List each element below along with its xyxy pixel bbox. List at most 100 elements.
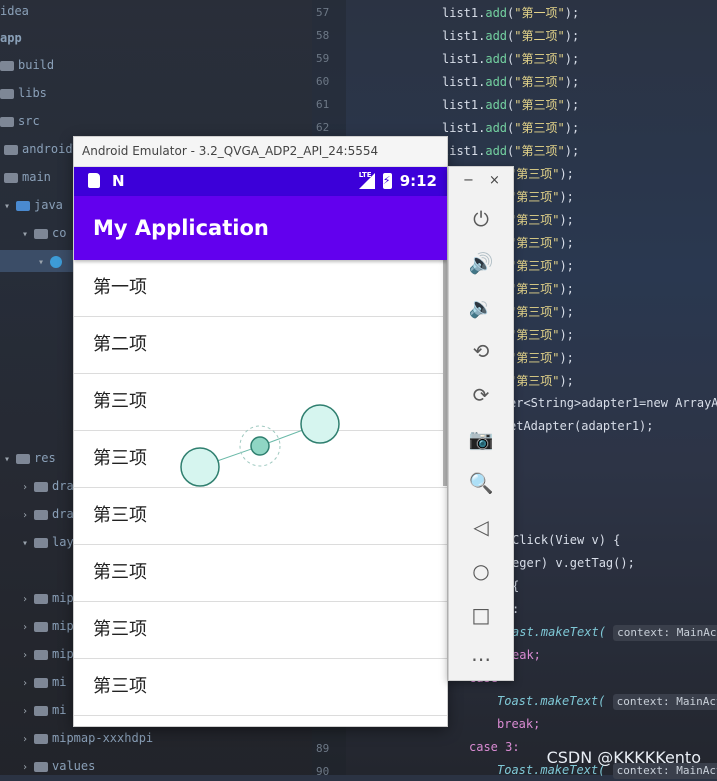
tree-item-java[interactable]: ▾ java bbox=[4, 194, 63, 216]
list-item[interactable]: 第一项 bbox=[74, 260, 447, 317]
folder-icon bbox=[34, 677, 48, 688]
chevron-right-icon: › bbox=[22, 594, 29, 605]
class-icon bbox=[50, 255, 62, 268]
home-button[interactable]: ○ bbox=[449, 549, 513, 593]
list-item[interactable]: 第三项 bbox=[74, 374, 447, 431]
app-bar-title: My Application bbox=[74, 196, 447, 260]
tree-item-main[interactable]: main bbox=[4, 166, 51, 188]
chevron-down-icon: ▾ bbox=[22, 229, 29, 240]
folder-icon bbox=[4, 144, 18, 155]
tree-item-layout[interactable]: ▾ lay bbox=[22, 531, 74, 553]
tree-item-src[interactable]: src bbox=[0, 110, 40, 132]
tree-item-mipmap-3[interactable]: › mip bbox=[22, 643, 74, 665]
folder-icon bbox=[34, 593, 48, 604]
tree-item-mipmap-5[interactable]: › mi bbox=[22, 699, 66, 721]
code-line-toast-2: Toast.makeText( context: MainActiv bbox=[497, 690, 717, 712]
list-view[interactable]: 第一项 第二项 第三项 第三项 第三项 第三项 第三项 第三项 bbox=[74, 260, 447, 716]
status-clock: 9:12 bbox=[399, 172, 437, 190]
tree-item-values[interactable]: › values bbox=[22, 755, 95, 777]
code-line-add: list1.add("第三项"); bbox=[442, 98, 580, 112]
code-line-add: list1.add("第二项"); bbox=[442, 29, 580, 43]
code-line-add: "第三项"); bbox=[509, 259, 574, 273]
tree-item-drawable-v24[interactable]: › dra bbox=[22, 503, 74, 525]
code-line-add: list1.add("第三项"); bbox=[442, 121, 580, 135]
folder-icon bbox=[16, 200, 30, 211]
folder-icon bbox=[0, 60, 14, 71]
overview-icon: □ bbox=[471, 603, 491, 627]
tree-item-res[interactable]: ▾ res bbox=[4, 447, 56, 469]
tree-item-drawable[interactable]: › dra bbox=[22, 475, 74, 497]
tree-item-package[interactable]: ▾ co bbox=[22, 222, 66, 244]
list-item[interactable]: 第三项 bbox=[74, 659, 447, 716]
emulator-title-bar[interactable]: Android Emulator - 3.2_QVGA_ADP2_API_24:… bbox=[74, 137, 447, 167]
status-bar: N LTE 9:12 bbox=[74, 167, 447, 196]
power-button[interactable]: ⏻ bbox=[449, 197, 513, 241]
list-item[interactable]: 第二项 bbox=[74, 317, 447, 374]
more-button[interactable]: ⋯ bbox=[449, 637, 513, 681]
emulator-title: Android Emulator - 3.2_QVGA_ADP2_API_24:… bbox=[82, 144, 379, 158]
signal-icon: LTE bbox=[358, 171, 375, 189]
chevron-right-icon: › bbox=[22, 734, 29, 745]
tree-item-androidtest[interactable]: androidT bbox=[4, 138, 80, 160]
folder-icon bbox=[0, 88, 14, 99]
minimize-button[interactable]: − bbox=[463, 173, 474, 188]
code-line-add: "第三项"); bbox=[509, 351, 574, 365]
folder-icon bbox=[34, 649, 48, 660]
folder-icon bbox=[0, 116, 14, 127]
tree-item-app[interactable]: app bbox=[0, 27, 22, 49]
chevron-right-icon: › bbox=[22, 650, 29, 661]
tree-item-mipmap-2[interactable]: › mip bbox=[22, 615, 74, 637]
volume-down-icon: 🔉 bbox=[468, 295, 494, 319]
tree-item-idea[interactable]: idea bbox=[0, 0, 29, 22]
rotate-left-button[interactable]: ⟲ bbox=[449, 329, 513, 373]
volume-up-button[interactable]: 🔊 bbox=[449, 241, 513, 285]
volume-down-button[interactable]: 🔉 bbox=[449, 285, 513, 329]
list-item[interactable]: 第三项 bbox=[74, 545, 447, 602]
line-number: 58 bbox=[316, 29, 330, 42]
code-line-add: "第三项"); bbox=[509, 236, 574, 250]
code-line-add: "第三项"); bbox=[509, 374, 574, 388]
overview-button[interactable]: □ bbox=[449, 593, 513, 637]
camera-icon: 📷 bbox=[468, 427, 494, 451]
zoom-button[interactable]: 🔍 bbox=[449, 461, 513, 505]
code-line-case-3: case 3: bbox=[469, 740, 520, 754]
code-line-add: "第三项"); bbox=[509, 328, 574, 342]
tree-item-mipmap-xxxhdpi[interactable]: › mipmap-xxxhdpi bbox=[22, 727, 153, 749]
zoom-icon: 🔍 bbox=[468, 471, 494, 495]
chevron-down-icon: ▾ bbox=[4, 201, 11, 212]
list-item[interactable]: 第三项 bbox=[74, 602, 447, 659]
rotate-right-icon: ⟳ bbox=[472, 383, 490, 407]
folder-icon bbox=[34, 481, 48, 492]
power-icon: ⏻ bbox=[473, 207, 489, 231]
list-item[interactable]: 第三项 bbox=[74, 431, 447, 488]
chevron-down-icon: ▾ bbox=[38, 257, 45, 268]
camera-button[interactable]: 📷 bbox=[449, 417, 513, 461]
code-line-break-2: break; bbox=[497, 717, 541, 731]
parameter-hint: context: MainActiv bbox=[613, 625, 717, 641]
scrollbar-thumb[interactable] bbox=[443, 260, 447, 486]
line-number: 62 bbox=[316, 121, 330, 134]
rotate-right-button[interactable]: ⟳ bbox=[449, 373, 513, 417]
tree-item-mipmap-4[interactable]: › mi bbox=[22, 671, 66, 693]
chevron-right-icon: › bbox=[22, 706, 29, 717]
folder-icon bbox=[4, 172, 18, 183]
line-number: 59 bbox=[316, 52, 330, 65]
list-item[interactable]: 第三项 bbox=[74, 488, 447, 545]
package-icon bbox=[34, 228, 48, 239]
code-line-add: "第三项"); bbox=[509, 305, 574, 319]
tree-item-libs[interactable]: libs bbox=[0, 82, 47, 104]
tree-item-build[interactable]: build bbox=[0, 54, 54, 76]
back-button[interactable]: ◁ bbox=[449, 505, 513, 549]
sd-card-icon bbox=[88, 173, 100, 188]
more-icon: ⋯ bbox=[471, 647, 491, 671]
code-line-onclick: Click(View v) { bbox=[512, 533, 621, 547]
code-line-add: list1.add("第三项"); bbox=[442, 144, 580, 158]
tree-item-mipmap-1[interactable]: › mip bbox=[22, 587, 74, 609]
tree-item-class[interactable]: ▾ bbox=[0, 250, 74, 272]
code-line-add: list1.add("第一项"); bbox=[442, 6, 580, 20]
chevron-right-icon: › bbox=[22, 678, 29, 689]
chevron-down-icon: ▾ bbox=[4, 454, 11, 465]
close-button[interactable]: × bbox=[489, 173, 500, 188]
code-line-gettag: eger) v.getTag(); bbox=[512, 556, 635, 570]
folder-icon bbox=[34, 761, 48, 772]
